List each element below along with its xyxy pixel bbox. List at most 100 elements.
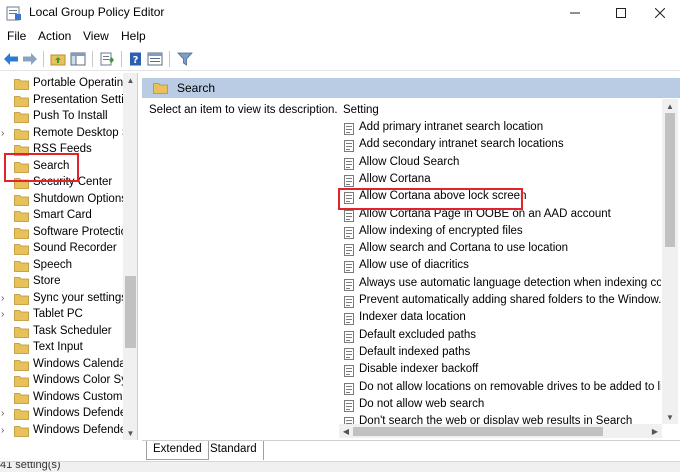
setting-row[interactable]: Do not allow web search — [341, 397, 661, 414]
close-button[interactable] — [640, 0, 680, 26]
tree-item[interactable]: Text Input — [0, 340, 123, 356]
setting-row[interactable]: Allow Cortana Page in OOBE on an AAD acc… — [341, 207, 661, 224]
setting-row[interactable]: Add primary intranet search location — [341, 120, 661, 137]
help-icon: ? — [130, 52, 141, 66]
tree-item-label: Search — [33, 159, 70, 172]
folder-icon — [14, 409, 29, 420]
folder-icon — [14, 178, 29, 189]
tree-item-label: Windows Customer Experience — [33, 390, 123, 403]
scroll-right-arrow-icon[interactable]: ▶ — [648, 424, 662, 438]
folder-icon — [14, 95, 29, 107]
tab-standard[interactable]: Standard — [204, 441, 264, 460]
properties-view-button[interactable] — [146, 50, 164, 68]
setting-label: Add secondary intranet search locations — [359, 138, 564, 151]
tree-vertical-scrollbar[interactable]: ▲ ▼ — [123, 73, 137, 440]
folder-icon — [14, 359, 29, 371]
menu-action[interactable]: Action — [38, 29, 71, 43]
setting-row[interactable]: Allow Cloud Search — [341, 155, 661, 172]
expand-chevron-icon[interactable]: › — [1, 425, 9, 437]
tree-item-label: Windows Defender — [33, 423, 123, 436]
forward-button[interactable] — [21, 50, 39, 68]
tree-item[interactable]: RSS Feeds — [0, 142, 123, 158]
scroll-thumb[interactable] — [125, 276, 136, 348]
tree-item[interactable]: Windows Customer Experience — [0, 390, 123, 406]
setting-row[interactable]: Indexer data location — [341, 310, 661, 327]
details-vertical-scrollbar[interactable]: ▲ ▼ — [662, 99, 678, 424]
tree-item[interactable]: Shutdown Options — [0, 192, 123, 208]
tree-item[interactable]: › Sync your settings — [0, 291, 123, 307]
tree-item[interactable]: Task Scheduler — [0, 324, 123, 340]
setting-row[interactable]: Always use automatic language detection … — [341, 276, 661, 293]
tree-item[interactable]: Security Center — [0, 175, 123, 191]
setting-label: Disable indexer backoff — [359, 363, 479, 376]
toolbar-separator — [92, 51, 93, 67]
setting-row[interactable]: Allow indexing of encrypted files — [341, 224, 661, 241]
tree-item[interactable]: Store — [0, 274, 123, 290]
setting-row[interactable]: Disable indexer backoff — [341, 362, 661, 379]
tab-extended[interactable]: Extended — [146, 441, 209, 460]
show-hide-tree-button[interactable] — [69, 50, 87, 68]
setting-row[interactable]: Add secondary intranet search locations — [341, 137, 661, 154]
expand-chevron-icon[interactable]: › — [1, 128, 9, 140]
setting-row[interactable]: Allow use of diacritics — [341, 258, 661, 275]
tree-item[interactable]: Windows Color System — [0, 373, 123, 389]
scroll-down-arrow-icon[interactable]: ▼ — [662, 410, 678, 424]
export-list-button[interactable] — [98, 50, 116, 68]
back-button[interactable] — [2, 50, 20, 68]
tree-item[interactable]: Smart Card — [0, 208, 123, 224]
tree-item[interactable]: Windows Defender — [0, 439, 123, 440]
setting-row[interactable]: Allow Cortana — [341, 172, 661, 189]
scroll-left-arrow-icon[interactable]: ◀ — [339, 424, 353, 438]
tree-item[interactable]: Speech — [0, 258, 123, 274]
maximize-button[interactable] — [598, 0, 644, 26]
up-one-level-button[interactable] — [49, 50, 67, 68]
tree-item[interactable]: › Remote Desktop Services — [0, 126, 123, 142]
expand-chevron-icon[interactable]: › — [1, 408, 9, 420]
setting-column-header[interactable]: Setting — [343, 104, 379, 116]
menu-file[interactable]: File — [7, 29, 26, 43]
folder-icon — [14, 392, 29, 404]
policy-setting-icon — [344, 226, 354, 239]
scroll-up-arrow-icon[interactable]: ▲ — [662, 99, 678, 113]
setting-row[interactable]: Prevent automatically adding shared fold… — [341, 293, 661, 310]
details-horizontal-scrollbar[interactable]: ◀ ▶ — [339, 424, 662, 438]
scroll-thumb[interactable] — [353, 427, 603, 436]
scroll-up-arrow-icon[interactable]: ▲ — [123, 73, 137, 87]
setting-row[interactable]: Default indexed paths — [341, 345, 661, 362]
setting-label: Allow Cloud Search — [359, 155, 460, 168]
policy-setting-icon — [344, 261, 354, 274]
details-header: Search — [142, 78, 680, 98]
tree-item[interactable]: Portable Operating System — [0, 76, 123, 92]
filter-button[interactable] — [176, 50, 194, 68]
tree-item[interactable]: Software Protection Platform — [0, 225, 123, 241]
tree-item[interactable]: Search — [0, 159, 123, 175]
tree-item[interactable]: Presentation Settings — [0, 93, 123, 109]
toolbar-separator — [121, 51, 122, 67]
menu-view[interactable]: View — [83, 29, 109, 43]
setting-row[interactable]: Default excluded paths — [341, 328, 661, 345]
tree-item-label: Shutdown Options — [33, 192, 123, 205]
help-button[interactable]: ? — [127, 50, 145, 68]
tree-item-label: Push To Install — [33, 110, 108, 122]
setting-row[interactable]: Allow search and Cortana to use location — [341, 241, 661, 258]
tree-item[interactable]: › Windows Defender — [0, 423, 123, 439]
menu-help[interactable]: Help — [121, 29, 146, 43]
expand-chevron-icon[interactable]: › — [1, 293, 9, 305]
tree-item[interactable]: › Tablet PC — [0, 307, 123, 323]
scroll-down-arrow-icon[interactable]: ▼ — [123, 426, 137, 440]
setting-label: Allow use of diacritics — [359, 259, 469, 272]
tree-item[interactable]: › Windows Defender — [0, 406, 123, 422]
tree-item[interactable]: Sound Recorder — [0, 241, 123, 257]
expand-chevron-icon[interactable]: › — [1, 309, 9, 321]
policy-setting-icon — [344, 399, 354, 412]
minimize-button[interactable] — [552, 0, 598, 26]
tree-item[interactable]: Windows Calendar — [0, 357, 123, 373]
description-text: Select an item to view its description. — [149, 104, 338, 116]
folder-icon — [14, 128, 29, 140]
policy-setting-icon — [344, 140, 354, 153]
setting-row[interactable]: Allow Cortana above lock screen — [341, 189, 661, 206]
setting-row[interactable]: Do not allow locations on removable driv… — [341, 380, 661, 397]
tree-item[interactable]: Push To Install — [0, 109, 123, 125]
scroll-thumb[interactable] — [665, 113, 675, 247]
setting-label: Allow Cortana Page in OOBE on an AAD acc… — [359, 207, 611, 220]
